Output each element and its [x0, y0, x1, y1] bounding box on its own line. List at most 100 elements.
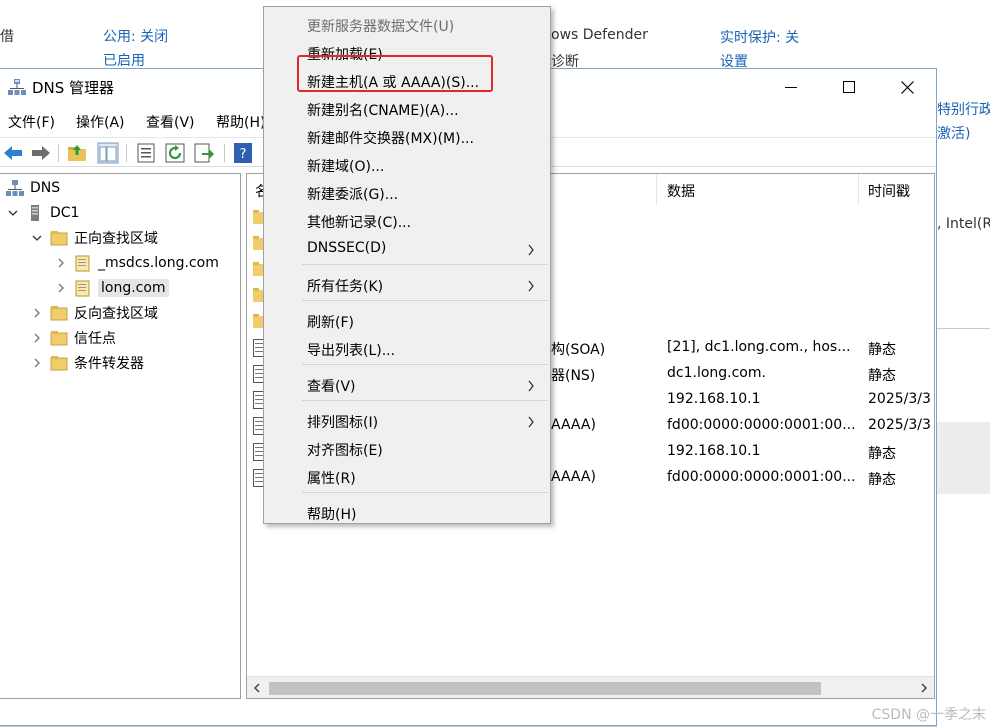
menu-separator: [302, 264, 548, 265]
tree-pane: DNS DC1 正向查找区域 _msdcs.long.com long.com …: [0, 173, 241, 699]
export-list-icon[interactable]: [193, 142, 215, 164]
window-title: DNS 管理器: [32, 79, 115, 97]
dns-root-icon: [6, 180, 24, 196]
record-type-cell: AAAA): [551, 417, 596, 433]
server-icon: [31, 205, 39, 221]
defender-label: ows Defender: [551, 27, 648, 43]
folder-icon: [50, 356, 68, 371]
context-menu-label: 刷新(F): [307, 315, 354, 331]
chevron-right-icon[interactable]: [30, 306, 44, 320]
toolbar-separator: [58, 144, 59, 162]
bg-panel: [937, 422, 990, 494]
menu-separator: [302, 364, 548, 365]
back-arrow-icon[interactable]: [2, 142, 24, 164]
context-menu-label: 帮助(H): [307, 507, 357, 523]
context-menu-item[interactable]: 帮助(H): [307, 501, 547, 527]
column-header-data[interactable]: 数据: [659, 174, 859, 204]
remote-management-link[interactable]: 已启用: [103, 50, 145, 70]
up-folder-icon[interactable]: [66, 142, 88, 164]
bg-bottom-rule: [0, 726, 937, 727]
record-data-cell: fd00:0000:0000:0001:00...: [667, 469, 856, 485]
tree-item-conditional-forwarders[interactable]: 条件转发器: [30, 351, 144, 375]
context-menu-item[interactable]: 新建邮件交换器(MX)(M)...: [307, 125, 547, 151]
close-icon: [900, 80, 914, 94]
firewall-public-link[interactable]: 公用: 关闭: [103, 26, 168, 46]
close-button[interactable]: [878, 69, 936, 105]
record-timestamp-cell: 静态: [868, 342, 896, 358]
context-menu-item[interactable]: 所有任务(K): [307, 273, 547, 299]
folder-icon: [50, 306, 68, 321]
tree-item-trust-points[interactable]: 信任点: [30, 326, 116, 350]
submenu-arrow-icon: [528, 280, 534, 292]
scroll-left-icon[interactable]: [253, 683, 261, 693]
column-header-timestamp[interactable]: 时间戳: [860, 174, 934, 204]
svg-text:?: ?: [240, 147, 247, 162]
chevron-right-icon[interactable]: [30, 331, 44, 345]
record-timestamp-cell: 静态: [868, 368, 896, 384]
record-type-cell: 器(NS): [551, 368, 596, 384]
context-menu-item[interactable]: 新建域(O)...: [307, 153, 547, 179]
tree-item-dns[interactable]: DNS: [6, 176, 60, 200]
chevron-down-icon[interactable]: [6, 206, 20, 220]
context-menu-item[interactable]: 属性(R): [307, 465, 547, 491]
properties-icon[interactable]: [135, 142, 157, 164]
context-menu-item[interactable]: 对齐图标(E): [307, 437, 547, 463]
context-menu-item[interactable]: 新建委派(G)...: [307, 181, 547, 207]
scrollbar-thumb[interactable]: [269, 682, 821, 695]
tree-item-reverse-zones[interactable]: 反向查找区域: [30, 301, 158, 325]
chevron-right-icon[interactable]: [30, 356, 44, 370]
menu-help[interactable]: 帮助(H): [216, 112, 265, 132]
context-menu-item[interactable]: 其他新记录(C)...: [307, 209, 547, 235]
record-type-cell: 构(SOA): [551, 342, 606, 358]
tree-item-forward-zones[interactable]: 正向查找区域: [30, 226, 158, 250]
context-menu-label: 所有任务(K): [307, 279, 384, 295]
dns-app-icon: [8, 79, 26, 95]
show-hide-tree-icon[interactable]: [97, 142, 119, 164]
menu-separator: [302, 300, 548, 301]
context-menu-item[interactable]: 新建别名(CNAME)(A)...: [307, 97, 547, 123]
minimize-button[interactable]: [762, 69, 820, 105]
record-type-cell: AAAA): [551, 469, 596, 485]
context-menu-item[interactable]: DNSSEC(D): [307, 237, 547, 263]
tree-item-msdcs-zone[interactable]: _msdcs.long.com: [54, 251, 219, 275]
context-menu-label: 新建邮件交换器(MX)(M)...: [307, 131, 474, 147]
chevron-right-icon[interactable]: [54, 281, 68, 295]
tree-label: 条件转发器: [74, 356, 144, 372]
record-data-cell: dc1.long.com.: [667, 365, 766, 381]
tree-label: DC1: [50, 205, 80, 221]
folder-icon: [50, 231, 68, 246]
context-menu-item[interactable]: 刷新(F): [307, 309, 547, 335]
chevron-down-icon[interactable]: [30, 231, 44, 245]
menu-file[interactable]: 文件(F): [8, 112, 55, 132]
record-timestamp-cell: 2025/3/3: [868, 391, 931, 407]
bg-right-text-3: , Intel(R: [937, 216, 990, 232]
folder-icon: [50, 331, 68, 346]
tree-label: _msdcs.long.com: [98, 255, 219, 271]
context-menu-item[interactable]: 导出列表(L)...: [307, 337, 547, 363]
context-menu-item[interactable]: 更新服务器数据文件(U): [307, 13, 547, 39]
highlight-box: [297, 55, 493, 92]
realtime-protection-link[interactable]: 实时保护: 关: [720, 27, 799, 47]
help-icon[interactable]: ?: [232, 142, 254, 164]
bg-right-link-1[interactable]: 特别行政: [937, 99, 990, 119]
menu-separator: [302, 492, 548, 493]
context-menu-item[interactable]: 查看(V): [307, 373, 547, 399]
menu-action[interactable]: 操作(A): [76, 112, 125, 132]
context-menu-label: 新建域(O)...: [307, 159, 385, 175]
bg-right-link-2[interactable]: 激活): [937, 123, 970, 143]
submenu-arrow-icon: [528, 416, 534, 428]
minimize-icon: [785, 87, 797, 88]
maximize-button[interactable]: [820, 69, 878, 105]
scroll-right-icon[interactable]: [920, 683, 928, 693]
context-menu-item[interactable]: 排列图标(I): [307, 409, 547, 435]
horizontal-scrollbar[interactable]: [247, 676, 934, 698]
bg-left-text: 借: [0, 29, 14, 45]
forward-arrow-icon[interactable]: [30, 142, 52, 164]
tree-item-long-zone[interactable]: long.com: [54, 276, 169, 300]
context-menu-label: 排列图标(I): [307, 415, 379, 431]
tree-item-dc1[interactable]: DC1: [6, 201, 79, 225]
chevron-right-icon[interactable]: [54, 256, 68, 270]
submenu-arrow-icon: [528, 244, 534, 256]
refresh-icon[interactable]: [164, 142, 186, 164]
menu-view[interactable]: 查看(V): [146, 112, 195, 132]
